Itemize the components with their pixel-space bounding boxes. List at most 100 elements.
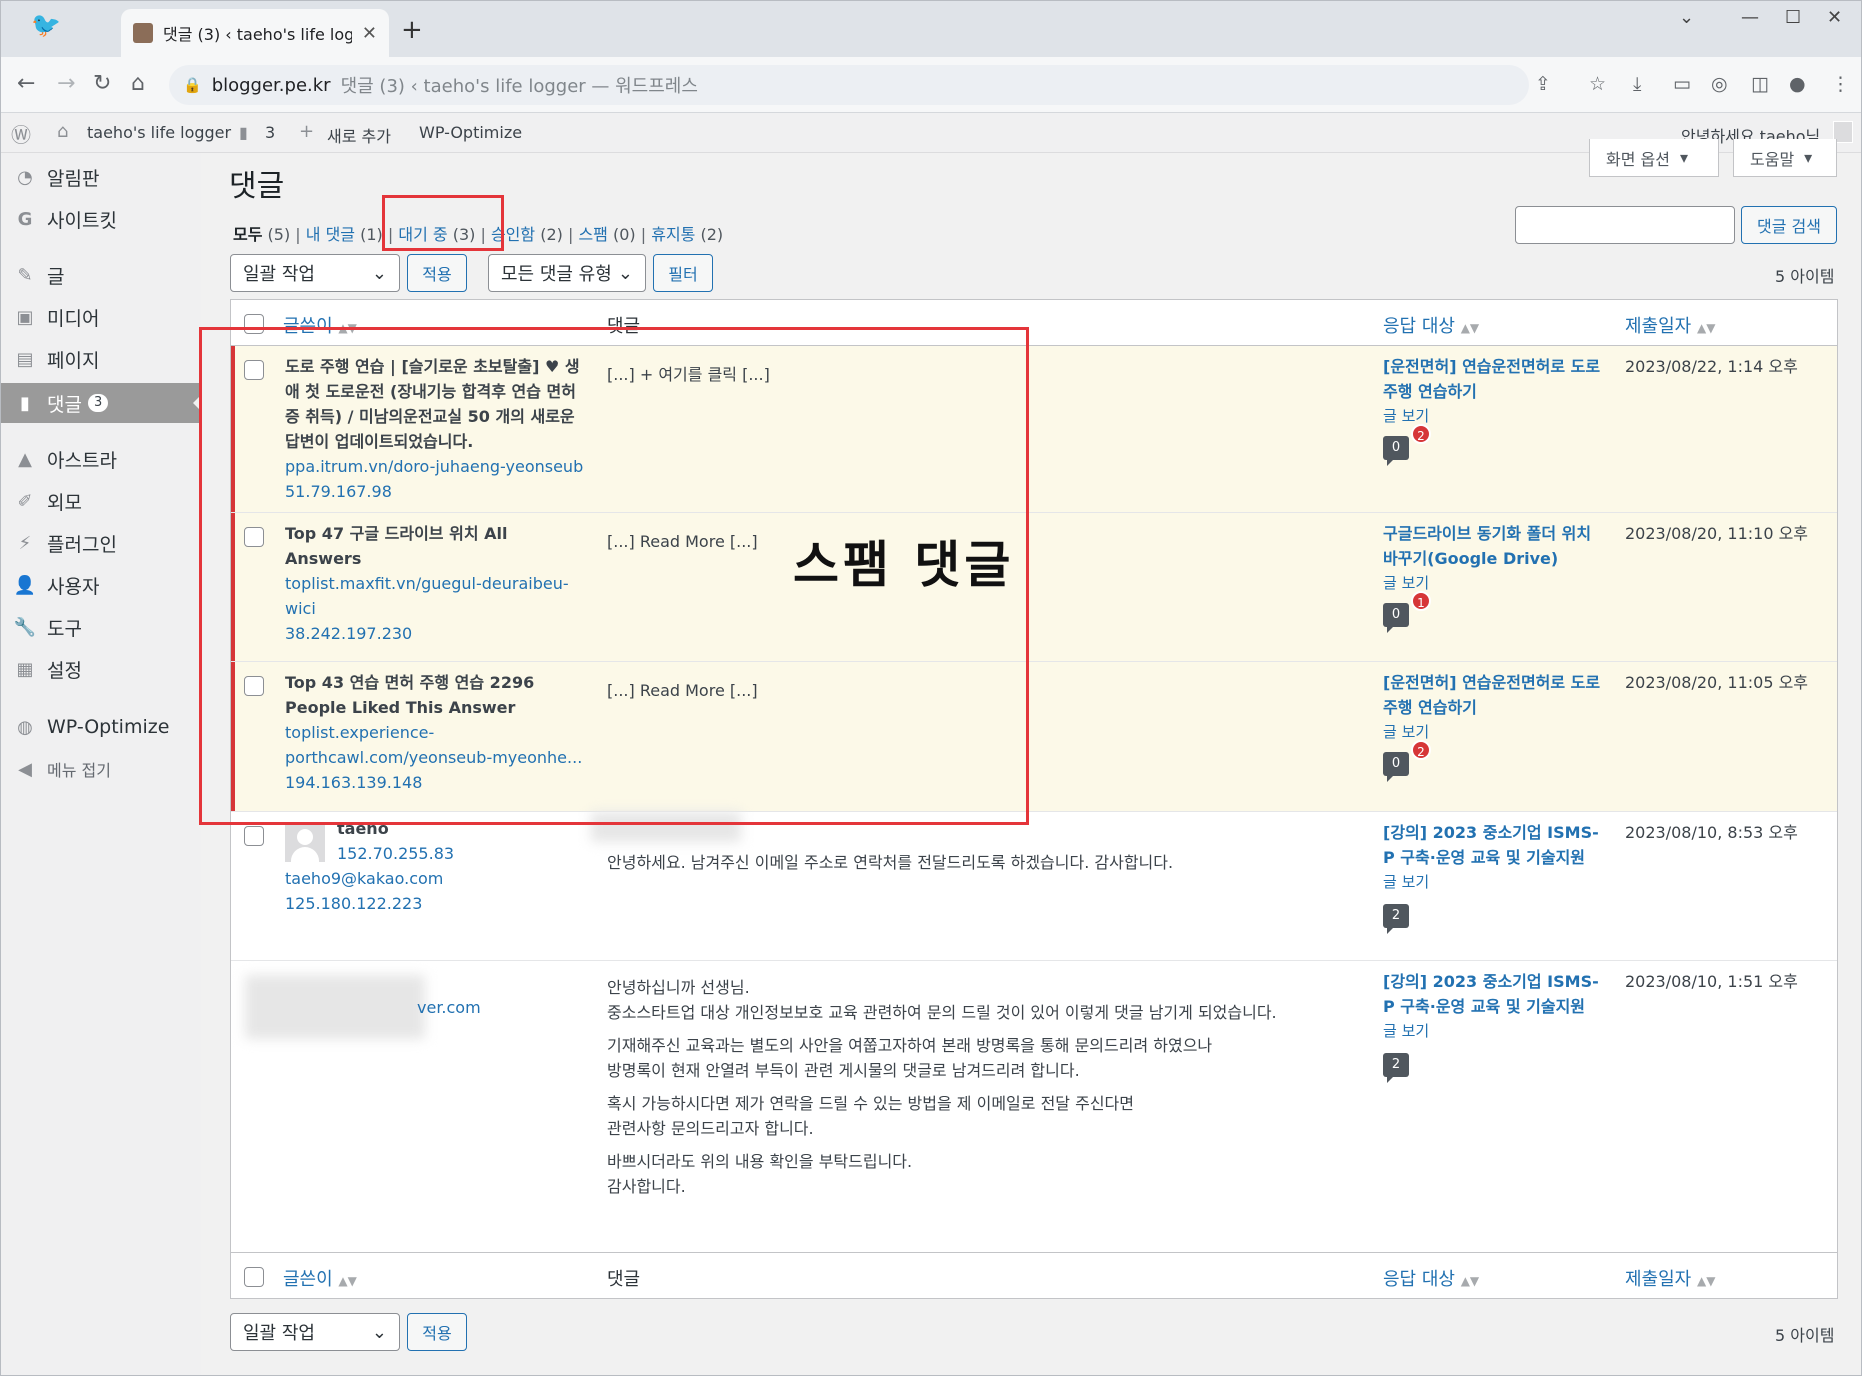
sidebar-item-settings[interactable]: ▦ 설정 — [1, 649, 201, 689]
response-post-link[interactable]: [강의] 2023 중소기업 ISMS-P 구축·운영 교육 및 기술지원 — [1383, 972, 1599, 1016]
pending-count-badge[interactable]: 2 — [1411, 740, 1431, 760]
home-icon[interactable]: ⌂ — [131, 71, 145, 96]
column-date-label: 제출일자 — [1625, 316, 1692, 337]
address-input[interactable]: 🔒 blogger.pe.kr 댓글 (3) ‹ taeho's life lo… — [169, 65, 1529, 105]
sidebar-item-label: 외모 — [47, 491, 82, 514]
sidebar-item-label: 알림판 — [47, 167, 100, 190]
sidebar-item-pages[interactable]: ▤ 페이지 — [1, 339, 201, 379]
item-count-bottom: 5 아이템 — [1775, 1326, 1835, 1345]
sidebar-item-comments[interactable]: ▮ 댓글 3 — [1, 383, 201, 423]
apply-button[interactable]: 적용 — [407, 254, 467, 292]
pending-count-badge[interactable]: 2 — [1411, 424, 1431, 444]
column-date[interactable]: 제출일자 ▲▼ — [1625, 312, 1715, 338]
sidebar-item-sitekit[interactable]: G 사이트킷 — [1, 199, 201, 239]
bulk-action-value: 일괄 작업 — [243, 264, 315, 285]
filter-button[interactable]: 필터 — [653, 254, 713, 292]
sidebar-item-media[interactable]: ▣ 미디어 — [1, 297, 201, 337]
menu-icon[interactable]: ⋮ — [1831, 73, 1850, 95]
comment-text: 안녕하십니까 선생님. 중소스타트업 대상 개인정보보호 교육 관련하여 문의 … — [607, 975, 1367, 1199]
response-post-link[interactable]: [운전면허] 연습운전면허로 도로주행 연습하기 — [1383, 673, 1600, 717]
apply-button-bottom[interactable]: 적용 — [407, 1313, 467, 1351]
download-icon[interactable]: ⤓ — [1633, 73, 1641, 95]
row-checkbox[interactable] — [244, 826, 264, 846]
bulk-action-select-bottom[interactable]: 일괄 작업 ⌄ — [230, 1313, 400, 1351]
sidebar-item-dashboard[interactable]: ◔ 알림판 — [1, 157, 201, 197]
close-tab-icon[interactable]: ✕ — [362, 23, 377, 44]
favorites-icon[interactable]: ☆ — [1589, 73, 1606, 95]
pending-count-badge[interactable]: 1 — [1411, 591, 1431, 611]
column-author[interactable]: 글쓴이 ▲▼ — [283, 1265, 357, 1291]
maximize-icon[interactable]: ☐ — [1785, 7, 1801, 28]
close-window-icon[interactable]: ✕ — [1827, 7, 1842, 28]
response-cell: [강의] 2023 중소기업 ISMS-P 구축·운영 교육 및 기술지원 글 … — [1383, 969, 1601, 1044]
reload-icon[interactable]: ↻ — [93, 71, 111, 96]
filter-approved-count: (2) — [540, 225, 563, 244]
sidebar-collapse[interactable]: ◀ 메뉴 접기 — [1, 749, 201, 789]
admin-comments-count[interactable]: 3 — [265, 123, 275, 142]
profile-avatar-icon[interactable]: ● — [1789, 73, 1806, 95]
approved-count-bubble[interactable]: 0 — [1383, 436, 1409, 466]
filter-all[interactable]: 모두 — [233, 225, 262, 244]
author-email[interactable]: taeho9@kakao.com — [285, 866, 443, 891]
sidebar-item-users[interactable]: 👤 사용자 — [1, 565, 201, 605]
sidebar-item-posts[interactable]: ✎ 글 — [1, 255, 201, 295]
approved-count-bubble[interactable]: 2 — [1383, 1053, 1409, 1083]
minimize-icon[interactable]: — — [1741, 7, 1759, 28]
submitted-date[interactable]: 2023/08/10, 8:53 오후 — [1625, 820, 1798, 845]
cast-icon[interactable]: ▭ — [1673, 73, 1691, 95]
column-response[interactable]: 응답 대상 ▲▼ — [1383, 1265, 1479, 1291]
new-content-link[interactable]: 새로 추가 — [327, 123, 391, 147]
column-response[interactable]: 응답 대상 ▲▼ — [1383, 312, 1479, 338]
help-button[interactable]: 도움말 ▾ — [1733, 139, 1837, 177]
share-icon[interactable]: ⇪ — [1535, 73, 1551, 95]
filter-trash[interactable]: 휴지통 — [651, 225, 695, 244]
comments-count-badge: 3 — [87, 394, 109, 412]
browser-tab[interactable]: 댓글 (3) ‹ taeho's life logger — ✕ — [121, 9, 389, 57]
approved-count-bubble[interactable]: 0 — [1383, 603, 1409, 633]
chevron-down-icon[interactable]: ⌄ — [1679, 7, 1694, 28]
sidepanel-icon[interactable]: ◫ — [1751, 73, 1769, 95]
submitted-date[interactable]: 2023/08/10, 1:51 오후 — [1625, 969, 1798, 994]
submitted-date[interactable]: 2023/08/20, 11:05 오후 — [1625, 670, 1808, 695]
comment-search-input[interactable] — [1515, 206, 1735, 244]
filter-spam[interactable]: 스팸 — [578, 225, 607, 244]
column-response-label: 응답 대상 — [1383, 1269, 1455, 1290]
wordpress-logo-icon[interactable]: Ⓦ — [11, 119, 31, 148]
view-post-link[interactable]: 글 보기 — [1383, 1019, 1601, 1044]
sidebar-item-plugins[interactable]: ⚡ 플러그인 — [1, 523, 201, 563]
wp-optimize-link[interactable]: WP-Optimize — [419, 123, 522, 142]
response-post-link[interactable]: [강의] 2023 중소기업 ISMS-P 구축·운영 교육 및 기술지원 — [1383, 823, 1599, 867]
response-post-link[interactable]: [운전면허] 연습운전면허로 도로주행 연습하기 — [1383, 357, 1600, 401]
filter-mine[interactable]: 내 댓글 — [306, 225, 355, 244]
column-date[interactable]: 제출일자 ▲▼ — [1625, 1265, 1715, 1291]
submitted-date[interactable]: 2023/08/20, 11:10 오후 — [1625, 521, 1808, 546]
bulk-action-select[interactable]: 일괄 작업 ⌄ — [230, 254, 400, 292]
approved-count-bubble[interactable]: 0 — [1383, 752, 1409, 782]
pin-icon: ✎ — [17, 264, 33, 286]
sidebar-item-wp-optimize[interactable]: ◍ WP-Optimize — [1, 707, 201, 747]
submitted-date[interactable]: 2023/08/22, 1:14 오후 — [1625, 354, 1798, 379]
sidebar-item-tools[interactable]: 🔧 도구 — [1, 607, 201, 647]
comment-search-button[interactable]: 댓글 검색 — [1741, 206, 1837, 244]
item-count: 5 아이템 — [1775, 267, 1835, 286]
approved-count-bubble[interactable]: 2 — [1383, 904, 1409, 934]
comment-type-select[interactable]: 모든 댓글 유형 ⌄ — [488, 254, 646, 292]
back-icon[interactable]: ← — [17, 71, 35, 96]
sidebar-item-label: 사이트킷 — [47, 209, 117, 232]
new-tab-icon[interactable]: + — [401, 15, 423, 45]
spam-annotation-label: 스팸 댓글 — [793, 536, 1015, 594]
author-ip-top[interactable]: 152.70.255.83 — [337, 841, 454, 866]
site-name-link[interactable]: taeho's life logger — [87, 123, 231, 142]
sidebar-item-astra[interactable]: ▲ 아스트라 — [1, 439, 201, 479]
author-ip[interactable]: 125.180.122.223 — [285, 891, 443, 916]
screen-options-button[interactable]: 화면 옵션 ▾ — [1589, 139, 1719, 177]
author-email-fragment[interactable]: ver.com — [417, 995, 481, 1020]
forward-icon[interactable]: → — [57, 71, 75, 96]
caret-down-icon: ▾ — [1804, 148, 1813, 167]
screenshot-icon[interactable]: ◎ — [1711, 73, 1728, 95]
filter-all-count: (5) — [267, 225, 291, 244]
sidebar-item-appearance[interactable]: ✐ 외모 — [1, 481, 201, 521]
select-all-checkbox-bottom[interactable] — [244, 1267, 264, 1287]
response-post-link[interactable]: 구글드라이브 동기화 폴더 위치 바꾸기(Google Drive) — [1383, 524, 1591, 568]
view-post-link[interactable]: 글 보기 — [1383, 870, 1601, 895]
